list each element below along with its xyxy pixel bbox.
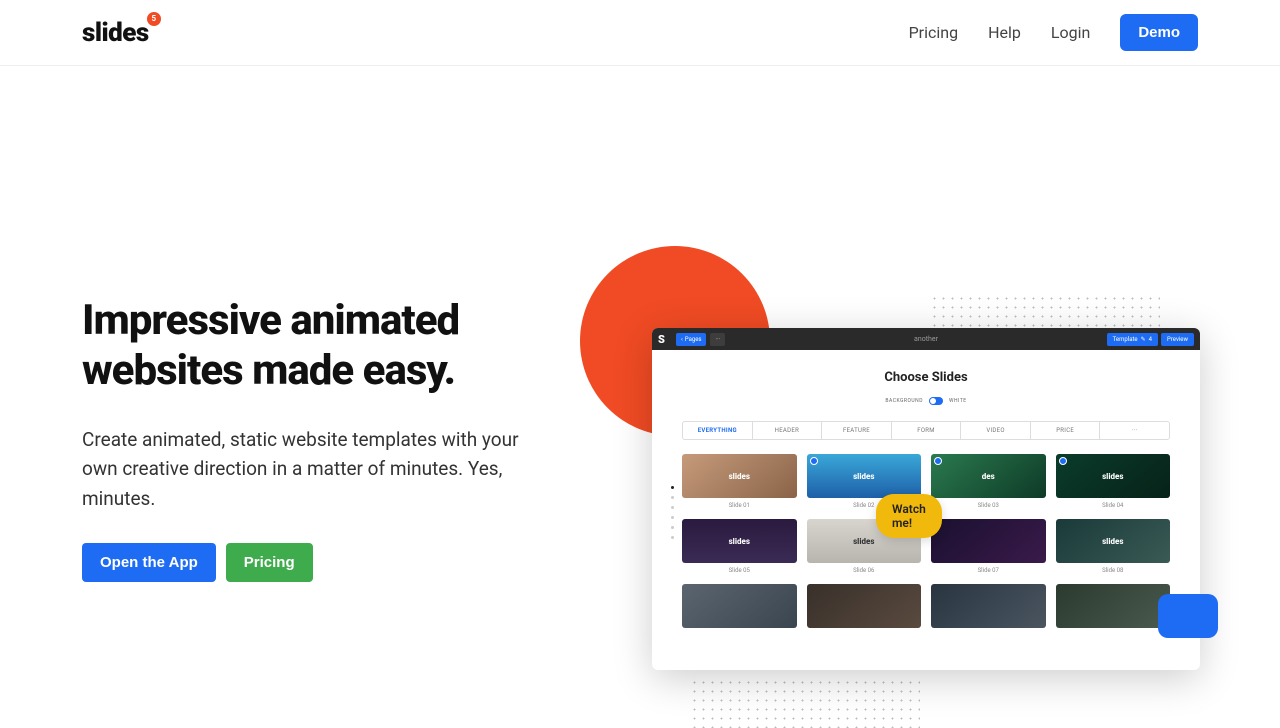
check-icon xyxy=(810,457,818,465)
slide-item[interactable] xyxy=(682,584,797,628)
logo-text: slides xyxy=(82,18,149,48)
tab-video[interactable]: VIDEO xyxy=(961,422,1031,439)
slide-item[interactable] xyxy=(807,584,922,628)
background-toggle[interactable] xyxy=(929,397,943,405)
nav-pricing[interactable]: Pricing xyxy=(909,23,959,42)
demo-button[interactable]: Demo xyxy=(1120,14,1198,51)
watch-me-tooltip[interactable]: Watch me! xyxy=(876,494,942,538)
nav-dot[interactable] xyxy=(671,486,674,489)
slide-item[interactable]: slidesSlide 08 xyxy=(1056,519,1171,574)
slide-item[interactable] xyxy=(931,584,1046,628)
choose-slides-title: Choose Slides xyxy=(682,370,1170,385)
open-app-button[interactable]: Open the App xyxy=(82,543,216,582)
check-icon xyxy=(934,457,942,465)
nav-dot[interactable] xyxy=(671,526,674,529)
bg-label-left: BACKGROUND xyxy=(885,398,923,404)
tab-header[interactable]: HEADER xyxy=(753,422,823,439)
nav-help[interactable]: Help xyxy=(988,23,1021,42)
slide-item[interactable]: slidesSlide 04 xyxy=(1056,454,1171,509)
nav: Pricing Help Login Demo xyxy=(909,14,1198,51)
header: slides 5 Pricing Help Login Demo xyxy=(0,0,1280,66)
app-logo-icon: S xyxy=(658,333,672,346)
slide-item[interactable]: Slide 07 xyxy=(931,519,1046,574)
hero-title: Impressive animated websites made easy. xyxy=(82,296,542,397)
tab-form[interactable]: FORM xyxy=(892,422,962,439)
bg-label-right: WHITE xyxy=(949,398,967,404)
side-nav-dots xyxy=(671,486,674,539)
hero: Impressive animated websites made easy. … xyxy=(0,66,1280,582)
slide-grid: slidesSlide 01 slidesSlide 02 desSlide 0… xyxy=(682,454,1170,628)
template-button[interactable]: Template ✎ 4 xyxy=(1107,333,1158,346)
nav-dot[interactable] xyxy=(671,516,674,519)
logo-badge: 5 xyxy=(147,12,161,26)
slide-item[interactable]: slidesSlide 05 xyxy=(682,519,797,574)
chat-widget[interactable] xyxy=(1158,594,1218,638)
logo[interactable]: slides 5 xyxy=(82,18,149,48)
cta-row: Open the App Pricing xyxy=(82,543,542,582)
nav-login[interactable]: Login xyxy=(1051,23,1090,42)
slide-item[interactable]: desSlide 03 xyxy=(931,454,1046,509)
nav-dot[interactable] xyxy=(671,506,674,509)
category-tabs: EVERYTHING HEADER FEATURE FORM VIDEO PRI… xyxy=(682,421,1170,440)
dot-pattern-bottom xyxy=(690,678,920,728)
pricing-button[interactable]: Pricing xyxy=(226,543,313,582)
nav-dot[interactable] xyxy=(671,536,674,539)
slide-item[interactable] xyxy=(1056,584,1171,628)
hero-left: Impressive animated websites made easy. … xyxy=(82,66,542,582)
pencil-icon: ✎ xyxy=(1141,336,1146,343)
slide-item[interactable]: slidesSlide 01 xyxy=(682,454,797,509)
hero-subtitle: Create animated, static website template… xyxy=(82,425,542,513)
tab-more[interactable]: ··· xyxy=(1100,422,1169,439)
tab-price[interactable]: PRICE xyxy=(1031,422,1101,439)
preview-button[interactable]: Preview xyxy=(1161,333,1194,346)
project-title: another xyxy=(914,335,938,343)
check-icon xyxy=(1059,457,1067,465)
app-titlebar: S ‹Pages ··· another Template ✎ 4 Previe… xyxy=(652,328,1200,350)
pages-button[interactable]: ‹Pages xyxy=(676,333,706,346)
background-toggle-row: BACKGROUND WHITE xyxy=(682,397,1170,405)
more-button[interactable]: ··· xyxy=(710,333,725,346)
tab-feature[interactable]: FEATURE xyxy=(822,422,892,439)
tab-everything[interactable]: EVERYTHING xyxy=(683,422,753,439)
nav-dot[interactable] xyxy=(671,496,674,499)
